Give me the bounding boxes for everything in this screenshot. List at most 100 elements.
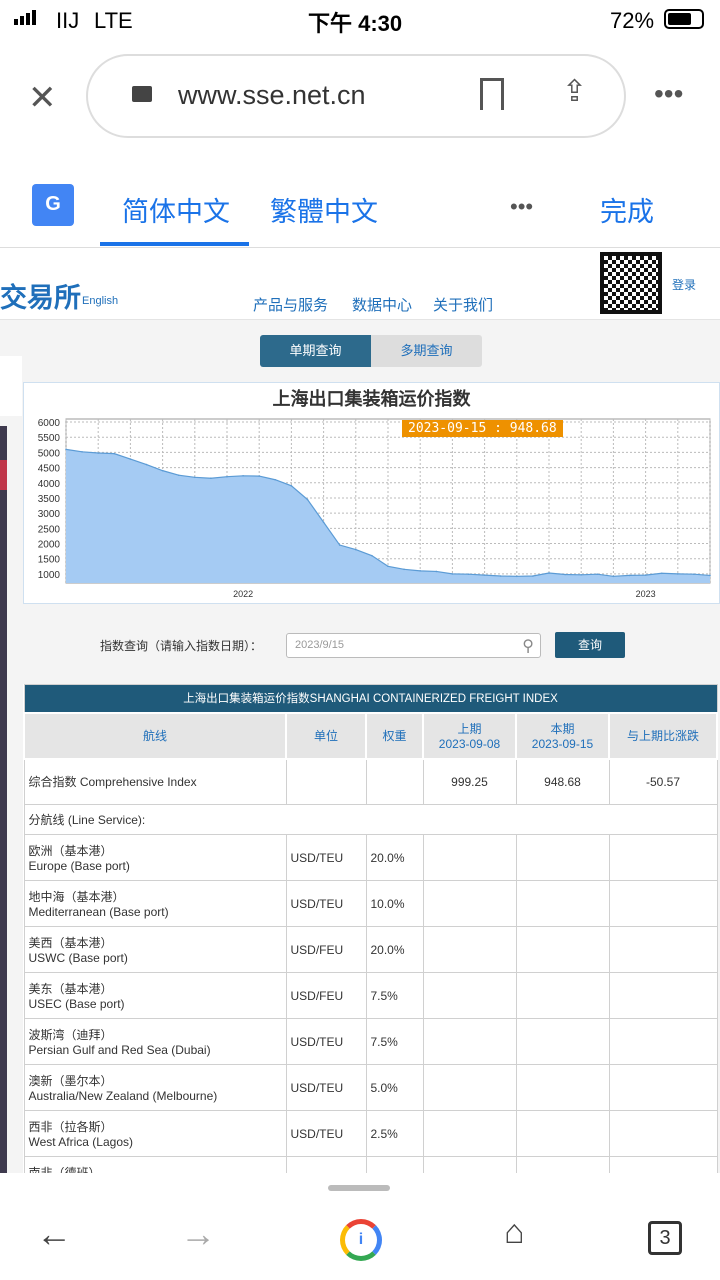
tab-multi-period[interactable]: 多期查询 [371, 335, 482, 367]
nav-products[interactable]: 产品与服务 [253, 294, 328, 315]
prev-value: 999.25 [422, 758, 517, 805]
drag-handle[interactable] [328, 1185, 390, 1191]
chart-tooltip: 2023-09-15 : 948.68 [402, 420, 563, 437]
site-header: 交易所 English 产品与服务 数据中心 关于我们 登录 [0, 248, 720, 320]
data-point [660, 572, 663, 575]
data-point [612, 575, 615, 578]
route-name: 澳新（墨尔本） Australia/New Zealand (Melbourne) [23, 1064, 287, 1111]
search-icon[interactable]: ⚲ [522, 636, 534, 656]
unit: USD/FEU [285, 972, 367, 1019]
date-input[interactable]: 2023/9/15 ⚲ [286, 633, 541, 658]
header-previous: 上期 2023-09-08 [422, 711, 517, 760]
data-point [355, 548, 357, 551]
google-translate-icon: G [32, 184, 74, 226]
network: LTE [94, 8, 133, 33]
clock: 下午 4:30 [308, 11, 403, 36]
carrier: IIJ [56, 8, 80, 33]
data-point [129, 458, 132, 460]
qr-code-icon [600, 252, 662, 314]
data-point [194, 476, 196, 479]
home-icon[interactable]: ⌂ [504, 1213, 525, 1252]
more-icon[interactable]: ••• [654, 78, 683, 110]
table-row-composite: 综合指数 Comprehensive Index 999.25 948.68 -50.… [23, 758, 718, 805]
data-point [532, 575, 534, 577]
site-logo[interactable]: 交易所 [0, 276, 81, 315]
route-name: 美东（基本港） USEC (Base port) [23, 972, 287, 1019]
data-point [371, 554, 373, 557]
data-point [677, 573, 679, 575]
chart-plot: 1000 1500 2000 2500 3000 3500 4000 4500 5000 5500… [38, 418, 711, 599]
unit: USD/TEU [285, 1110, 367, 1157]
line-service-label: 分航线 (Line Service): [23, 804, 718, 835]
close-icon[interactable]: ✕ [28, 78, 57, 118]
done-button[interactable]: 完成 [600, 190, 654, 229]
tab-traditional-chinese[interactable]: 繁體中文 [270, 190, 378, 229]
forward-icon[interactable]: → [180, 1213, 216, 1255]
weight: 2.5% [365, 1156, 424, 1173]
tab-simplified-chinese[interactable]: 简体中文 [122, 190, 230, 229]
english-link[interactable]: English [82, 295, 118, 307]
login-link[interactable]: 登录 [672, 278, 712, 292]
y-tick-label: 2000 [38, 540, 61, 551]
data-point [644, 574, 647, 576]
date-input-value: 2023/9/15 [295, 639, 344, 651]
battery-percent: 72% [610, 8, 655, 33]
data-point [483, 574, 486, 576]
data-point [403, 568, 405, 571]
y-tick-label: 3000 [38, 509, 61, 520]
query-button[interactable]: 查询 [555, 632, 625, 658]
data-point [306, 498, 309, 501]
header-weight: 权重 [365, 711, 424, 760]
header-current: 本期 2023-09-15 [515, 711, 610, 760]
table-row: 欧洲（基本港） Europe (Base port) USD/TEU 20.0% [23, 834, 718, 881]
unit: USD/TEU [285, 880, 367, 927]
weight: 7.5% [365, 1018, 424, 1065]
header-unit: 单位 [285, 711, 367, 760]
data-point [499, 575, 502, 577]
more-options-icon[interactable]: ••• [510, 194, 533, 220]
address-bar[interactable]: www.sse.net.cn ⇪ [86, 54, 626, 138]
data-point [564, 573, 566, 576]
data-point [242, 474, 244, 477]
nav-data-center[interactable]: 数据中心 [352, 294, 412, 315]
y-tick-label: 1000 [38, 570, 61, 581]
data-point [161, 469, 164, 472]
url-text: www.sse.net.cn [178, 80, 366, 110]
weight: 5.0% [365, 1064, 424, 1111]
y-tick-label: 4000 [38, 479, 61, 490]
table-row: 地中海（基本港） Mediterranean (Base port) USD/TEU… [23, 880, 718, 927]
unit: USD/TEU [285, 1064, 367, 1111]
table-row: 美东（基本港） USEC (Base port) USD/FEU 7.5% [23, 972, 718, 1019]
back-icon[interactable]: ← [36, 1213, 72, 1255]
data-point [628, 574, 631, 577]
google-discover-icon[interactable]: i [340, 1219, 382, 1261]
route-name: 波斯湾（迪拜） Persian Gulf and Red Sea (Dubai) [23, 1018, 287, 1065]
nav-about[interactable]: 关于我们 [433, 294, 493, 315]
weight: 10.0% [365, 880, 424, 927]
data-point [596, 573, 599, 575]
y-tick-label: 5500 [38, 433, 61, 444]
data-point [451, 573, 454, 575]
sidebar-strip [0, 426, 7, 1173]
tab-single-period[interactable]: 单期查询 [260, 335, 371, 367]
route-name: 综合指数 Comprehensive Index [23, 758, 287, 805]
unit: USD/TEU [285, 1156, 367, 1173]
active-tab-indicator [100, 242, 249, 246]
y-tick-label: 4500 [38, 464, 61, 475]
share-icon[interactable]: ⇪ [562, 74, 587, 109]
tabs-count[interactable]: 3 [648, 1221, 682, 1255]
lock-icon [132, 86, 152, 102]
table-row: 美西（基本港） USWC (Base port) USD/FEU 20.0% [23, 926, 718, 973]
data-point [65, 448, 67, 451]
data-point [290, 485, 293, 487]
unit: USD/TEU [285, 834, 367, 881]
data-point [516, 575, 518, 578]
bookmark-icon[interactable] [480, 78, 504, 110]
weight: 20.0% [365, 834, 424, 881]
y-tick-label: 6000 [38, 418, 61, 429]
table-title: 上海出口集装箱运价指数SHANGHAI CONTAINERIZED FREIGH… [23, 684, 718, 713]
y-tick-label: 3500 [38, 494, 61, 505]
data-point [338, 544, 341, 546]
weight: 20.0% [365, 926, 424, 973]
data-point [693, 573, 695, 575]
